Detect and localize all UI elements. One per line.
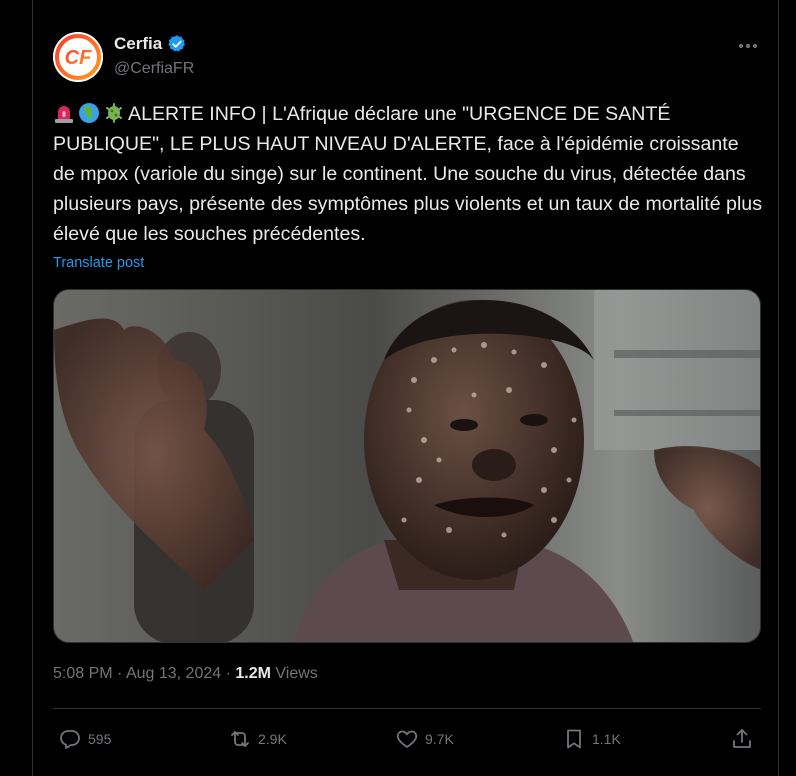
- like-count: 9.7K: [425, 731, 454, 747]
- repost-icon: [231, 731, 249, 747]
- tweet-time[interactable]: 5:08 PM: [53, 665, 113, 682]
- views-count: 1.2M: [235, 665, 271, 682]
- bookmark-icon: [567, 729, 581, 749]
- views-label: Views: [275, 665, 318, 682]
- heart-icon: [396, 730, 418, 748]
- author-avatar[interactable]: CF: [53, 32, 103, 82]
- verified-badge-icon: [168, 35, 186, 52]
- tweet-media-photo[interactable]: [53, 289, 761, 643]
- microbe-icon: [106, 103, 122, 123]
- tweet-body-text: ALERTE INFO | L'Afrique déclare une "URG…: [53, 103, 763, 245]
- share-button[interactable]: [730, 727, 754, 751]
- author-name-row[interactable]: Cerfia: [114, 34, 187, 54]
- more-dots-icon: [739, 44, 757, 48]
- share-icon: [733, 729, 751, 748]
- reply-count: 595: [88, 731, 112, 747]
- tweet-date[interactable]: Aug 13, 2024: [126, 665, 221, 682]
- meta-separator: ·: [117, 665, 123, 682]
- author-name[interactable]: Cerfia: [114, 34, 162, 54]
- photo-man-with-mpox-lesions: [54, 290, 760, 642]
- rotating-light-icon: [55, 106, 73, 123]
- bookmark-count: 1.1K: [592, 731, 621, 747]
- tweet-meta: 5:08 PM · Aug 13, 2024 · 1.2M Views: [53, 665, 318, 683]
- repost-button[interactable]: 2.9K: [228, 727, 287, 751]
- divider: [53, 708, 761, 709]
- svg-text:CF: CF: [65, 47, 92, 69]
- globe-africa-icon: [79, 103, 99, 123]
- reply-icon: [60, 730, 80, 749]
- meta-separator: ·: [225, 665, 231, 682]
- repost-count: 2.9K: [258, 731, 287, 747]
- cerfia-logo-icon: CF: [53, 32, 103, 82]
- bookmark-button[interactable]: 1.1K: [562, 727, 621, 751]
- reply-button[interactable]: 595: [58, 727, 111, 751]
- author-handle[interactable]: @CerfiaFR: [114, 60, 194, 78]
- more-options-button[interactable]: [734, 36, 762, 56]
- translate-post-link[interactable]: Translate post: [53, 255, 144, 271]
- tweet-text: ALERTE INFO | L'Afrique déclare une "URG…: [53, 99, 765, 249]
- like-button[interactable]: 9.7K: [395, 727, 454, 751]
